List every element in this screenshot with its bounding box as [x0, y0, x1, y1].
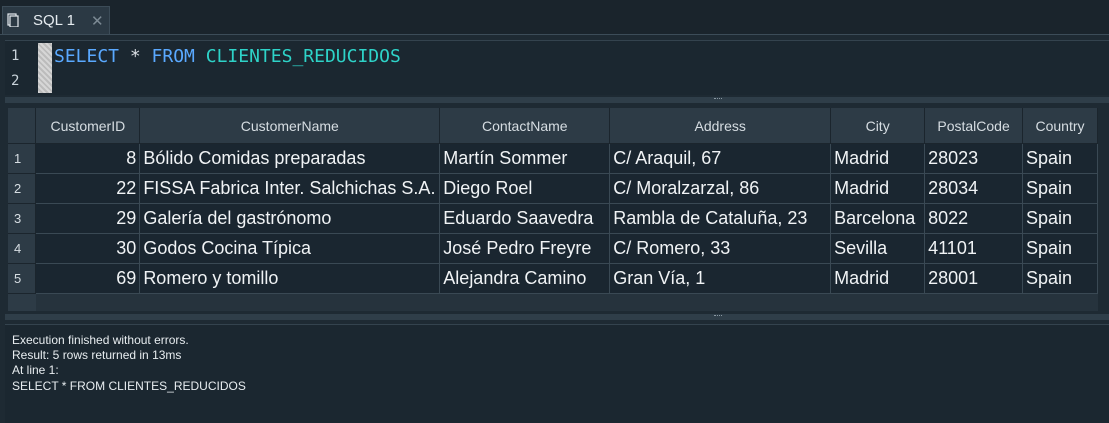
- row-header-filler: [8, 294, 36, 311]
- table-cell[interactable]: C/ Romero, 33: [609, 233, 832, 264]
- row-number[interactable]: 3: [8, 203, 37, 234]
- table-cell[interactable]: Madrid: [830, 263, 926, 294]
- tab-label: SQL 1: [33, 12, 75, 29]
- table-cell[interactable]: 28034: [924, 173, 1024, 204]
- sql-file-icon: [7, 13, 19, 27]
- table-cell[interactable]: 69: [35, 263, 141, 294]
- header-row: CustomerID CustomerName ContactName Addr…: [8, 108, 1098, 144]
- table-row[interactable]: 1 8 Bólido Comidas preparadas Martín Som…: [8, 143, 1098, 174]
- table-cell[interactable]: Madrid: [830, 143, 926, 174]
- table-cell[interactable]: Rambla de Cataluña, 23: [609, 203, 832, 234]
- row-number[interactable]: 1: [8, 143, 37, 174]
- current-line-marker: [38, 43, 52, 93]
- table-cell[interactable]: Martín Sommer: [439, 143, 611, 174]
- table-row[interactable]: 5 69 Romero y tomillo Alejandra Camino G…: [8, 263, 1098, 294]
- keyword-select: SELECT: [54, 46, 120, 67]
- table-cell[interactable]: C/ Araquil, 67: [609, 143, 832, 174]
- table-cell[interactable]: Gran Vía, 1: [609, 263, 832, 294]
- table-row[interactable]: 4 30 Godos Cocina Típica José Pedro Frey…: [8, 233, 1098, 264]
- table-cell[interactable]: FISSA Fabrica Inter. Salchichas S.A.: [139, 173, 441, 204]
- message-line: SELECT * FROM CLIENTES_REDUCIDOS: [12, 379, 246, 393]
- column-header[interactable]: Country: [1022, 108, 1098, 144]
- message-pane[interactable]: Execution finished without errors. Resul…: [5, 324, 1109, 423]
- table-name: CLIENTES_REDUCIDOS: [205, 46, 401, 67]
- close-icon[interactable]: ✕: [91, 12, 104, 30]
- line-number: 1: [11, 48, 20, 64]
- row-number[interactable]: 4: [8, 233, 37, 264]
- results-messages-splitter[interactable]: [5, 314, 1109, 320]
- table-cell[interactable]: Romero y tomillo: [139, 263, 441, 294]
- message-line: At line 1:: [12, 363, 59, 377]
- table-cell[interactable]: Madrid: [830, 173, 926, 204]
- table-cell[interactable]: 8: [35, 143, 141, 174]
- table-cell[interactable]: Bólido Comidas preparadas: [139, 143, 441, 174]
- table-cell[interactable]: Spain: [1022, 143, 1098, 174]
- results-pane: CustomerID CustomerName ContactName Addr…: [5, 108, 1109, 311]
- sql-code-line[interactable]: SELECT * FROM CLIENTES_REDUCIDOS: [54, 46, 401, 67]
- editor-results-splitter[interactable]: [5, 97, 1109, 103]
- column-header[interactable]: Address: [609, 108, 832, 144]
- line-number-gutter: 1 2: [5, 41, 38, 95]
- table-cell[interactable]: 41101: [924, 233, 1024, 264]
- table-row[interactable]: 2 22 FISSA Fabrica Inter. Salchichas S.A…: [8, 173, 1098, 204]
- corner-cell[interactable]: [8, 108, 37, 144]
- tab-divider: [0, 34, 1109, 35]
- table-cell[interactable]: 22: [35, 173, 141, 204]
- table-cell[interactable]: José Pedro Freyre: [439, 233, 611, 264]
- table-row[interactable]: 3 29 Galería del gastrónomo Eduardo Saav…: [8, 203, 1098, 234]
- column-header[interactable]: CustomerName: [139, 108, 441, 144]
- column-header[interactable]: ContactName: [439, 108, 611, 144]
- row-number[interactable]: 5: [8, 263, 37, 294]
- table-cell[interactable]: Spain: [1022, 233, 1098, 264]
- table-cell[interactable]: Spain: [1022, 263, 1098, 294]
- column-header[interactable]: PostalCode: [924, 108, 1024, 144]
- table-cell[interactable]: Spain: [1022, 203, 1098, 234]
- message-line: Result: 5 rows returned in 13ms: [12, 348, 182, 362]
- table-cell[interactable]: 29: [35, 203, 141, 234]
- splitter-grip: [714, 98, 722, 100]
- column-header[interactable]: City: [830, 108, 926, 144]
- results-grid[interactable]: CustomerID CustomerName ContactName Addr…: [8, 108, 1098, 311]
- table-cell[interactable]: Spain: [1022, 173, 1098, 204]
- message-line: Execution finished without errors.: [12, 333, 189, 347]
- table-cell[interactable]: Eduardo Saavedra: [439, 203, 611, 234]
- keyword-from: FROM: [151, 46, 195, 67]
- tab-bar: SQL 1 ✕: [0, 0, 1109, 34]
- column-header[interactable]: CustomerID: [35, 108, 141, 144]
- table-cell[interactable]: Galería del gastrónomo: [139, 203, 441, 234]
- row-number[interactable]: 2: [8, 173, 37, 204]
- sql-editor[interactable]: 1 2 SELECT * FROM CLIENTES_REDUCIDOS: [5, 40, 1109, 95]
- results-table: CustomerID CustomerName ContactName Addr…: [8, 108, 1098, 294]
- table-cell[interactable]: Sevilla: [830, 233, 926, 264]
- table-cell[interactable]: 30: [35, 233, 141, 264]
- code-star: *: [119, 46, 152, 67]
- table-cell[interactable]: C/ Moralzarzal, 86: [609, 173, 832, 204]
- splitter-grip: [714, 315, 722, 317]
- table-cell[interactable]: 28023: [924, 143, 1024, 174]
- table-cell[interactable]: 8022: [924, 203, 1024, 234]
- table-cell[interactable]: Godos Cocina Típica: [139, 233, 441, 264]
- line-number: 2: [11, 73, 20, 89]
- table-cell[interactable]: Diego Roel: [439, 173, 611, 204]
- table-cell[interactable]: Barcelona: [830, 203, 926, 234]
- table-cell[interactable]: Alejandra Camino: [439, 263, 611, 294]
- tab-sql-1[interactable]: SQL 1 ✕: [2, 6, 110, 34]
- table-cell[interactable]: 28001: [924, 263, 1024, 294]
